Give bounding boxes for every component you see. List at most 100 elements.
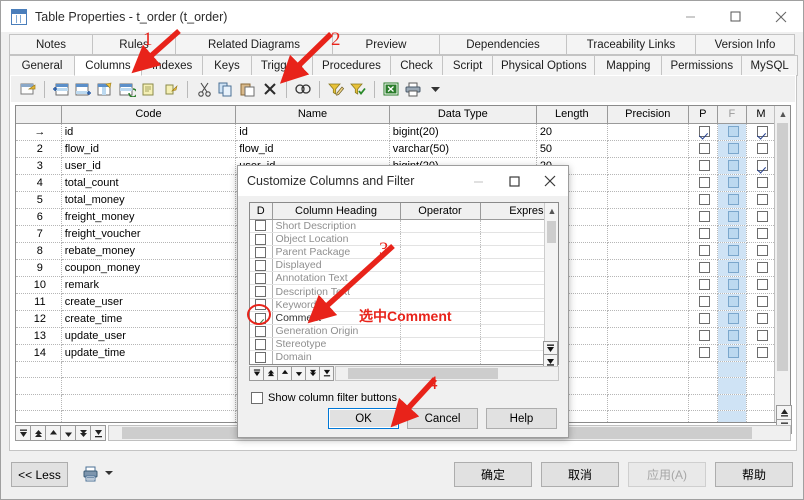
- prev-row-icon[interactable]: [45, 425, 61, 441]
- dialog-header-operator[interactable]: Operator: [400, 203, 481, 220]
- checkbox-f[interactable]: [727, 296, 739, 308]
- row-number[interactable]: 14: [16, 344, 62, 362]
- column-heading-label[interactable]: Stereotype: [272, 337, 401, 352]
- cell-p-checkbox[interactable]: [688, 208, 718, 226]
- list-item[interactable]: Keywords: [250, 298, 545, 312]
- row-number[interactable]: 12: [16, 310, 62, 328]
- cell-p-checkbox[interactable]: [688, 140, 718, 158]
- checkbox-m[interactable]: [756, 330, 768, 342]
- tab-version-info[interactable]: Version Info: [695, 34, 795, 55]
- add-column-icon[interactable]: [94, 79, 116, 100]
- cell-precision[interactable]: [607, 140, 689, 158]
- column-heading-label[interactable]: Parent Package: [272, 245, 401, 260]
- operator-cell[interactable]: [400, 258, 481, 273]
- cell-f-checkbox[interactable]: [717, 293, 747, 311]
- cell-f-checkbox[interactable]: [717, 327, 747, 345]
- column-heading-label[interactable]: Comment: [272, 311, 401, 326]
- display-checkbox-cell[interactable]: [250, 245, 273, 260]
- checkbox-f[interactable]: [727, 160, 739, 172]
- cell-m-checkbox[interactable]: [746, 327, 777, 345]
- next-page-icon[interactable]: [305, 365, 320, 381]
- checkbox-p[interactable]: [698, 347, 710, 359]
- cell-m-checkbox[interactable]: [746, 157, 777, 175]
- expression-cell[interactable]: [480, 258, 545, 273]
- cell-precision[interactable]: [607, 310, 689, 328]
- list-item[interactable]: Comment: [250, 311, 545, 326]
- export-excel-icon[interactable]: [380, 79, 402, 100]
- list-item[interactable]: Object Location: [250, 232, 545, 246]
- cell-p-checkbox[interactable]: [688, 377, 718, 395]
- cell-f-checkbox[interactable]: [717, 174, 747, 192]
- cell-code[interactable]: [61, 410, 237, 422]
- cell-precision[interactable]: [607, 276, 689, 294]
- expression-cell[interactable]: [480, 271, 545, 286]
- list-item[interactable]: Short Description: [250, 219, 545, 233]
- close-icon[interactable]: [532, 166, 568, 196]
- cell-code[interactable]: rebate_money: [61, 242, 237, 260]
- cell-f-checkbox[interactable]: [717, 377, 747, 395]
- cell-f-checkbox[interactable]: [717, 123, 747, 141]
- operator-cell[interactable]: [400, 232, 481, 246]
- cell-name[interactable]: flow_id: [235, 140, 390, 158]
- operator-cell[interactable]: [400, 245, 481, 260]
- cell-code[interactable]: remark: [61, 276, 237, 294]
- cell-code[interactable]: coupon_money: [61, 259, 237, 277]
- display-checkbox[interactable]: [255, 273, 267, 284]
- display-checkbox-cell[interactable]: [250, 219, 273, 233]
- cell-precision[interactable]: [607, 293, 689, 311]
- display-checkbox[interactable]: [255, 339, 267, 350]
- cell-code[interactable]: [61, 394, 237, 412]
- checkbox-p[interactable]: [698, 160, 710, 172]
- checkbox-m[interactable]: [756, 262, 768, 274]
- tab-procedures[interactable]: Procedures: [311, 55, 391, 76]
- tab-notes[interactable]: Notes: [9, 34, 93, 55]
- add-row-icon[interactable]: [72, 79, 94, 100]
- copy-icon[interactable]: [215, 79, 237, 100]
- checkbox-m[interactable]: [756, 160, 768, 172]
- cell-f-checkbox[interactable]: [717, 310, 747, 328]
- checkbox-m[interactable]: [756, 228, 768, 240]
- cell-m-checkbox[interactable]: [746, 276, 777, 294]
- copy-row-icon[interactable]: [138, 79, 160, 100]
- checkbox-m[interactable]: [756, 279, 768, 291]
- display-checkbox[interactable]: [255, 233, 267, 245]
- cell-code[interactable]: [61, 361, 237, 379]
- tab-traceability-links[interactable]: Traceability Links: [566, 34, 696, 55]
- tab-permissions[interactable]: Permissions: [661, 55, 743, 76]
- cell-p-checkbox[interactable]: [688, 327, 718, 345]
- list-item[interactable]: Generation Origin: [250, 324, 545, 339]
- row-number[interactable]: 8: [16, 242, 62, 260]
- grid-vertical-scrollbar[interactable]: ▲ ▼: [774, 106, 790, 422]
- chevron-down-icon[interactable]: [105, 471, 113, 475]
- duplicate-row-icon[interactable]: [116, 79, 138, 100]
- cell-precision[interactable]: [607, 327, 689, 345]
- tab-dependencies[interactable]: Dependencies: [439, 34, 567, 55]
- checkbox-p[interactable]: [698, 245, 710, 257]
- checkbox-p[interactable]: [698, 313, 710, 325]
- checkbox-p[interactable]: [698, 228, 710, 240]
- checkbox-m[interactable]: [756, 143, 768, 155]
- cell-precision[interactable]: [607, 157, 689, 175]
- grid-header-code[interactable]: Code: [61, 106, 237, 124]
- row-number[interactable]: 13: [16, 327, 62, 345]
- dialog-cancel-button[interactable]: Cancel: [407, 408, 478, 429]
- cell-m-checkbox[interactable]: [746, 242, 777, 260]
- display-checkbox[interactable]: [255, 325, 267, 337]
- tab-mysql[interactable]: MySQL: [741, 55, 798, 76]
- cell-p-checkbox[interactable]: [688, 123, 718, 141]
- checkbox-m[interactable]: [756, 313, 768, 325]
- row-number[interactable]: 4: [16, 174, 62, 192]
- cell-precision[interactable]: [607, 410, 689, 422]
- tab-keys[interactable]: Keys: [202, 55, 252, 76]
- last-row-icon[interactable]: [319, 365, 334, 381]
- grid-vscroll-thumb[interactable]: [777, 123, 788, 371]
- row-number[interactable]: [16, 377, 62, 395]
- grid-header-data-type[interactable]: Data Type: [389, 106, 537, 124]
- display-checkbox-cell[interactable]: [250, 271, 273, 286]
- checkbox-p[interactable]: [698, 177, 710, 189]
- column-heading-label[interactable]: Annotation Text: [272, 271, 401, 286]
- operator-cell[interactable]: [400, 337, 481, 352]
- cell-code[interactable]: update_user: [61, 327, 237, 345]
- column-heading-label[interactable]: Domain: [272, 350, 401, 364]
- row-number[interactable]: [16, 361, 62, 379]
